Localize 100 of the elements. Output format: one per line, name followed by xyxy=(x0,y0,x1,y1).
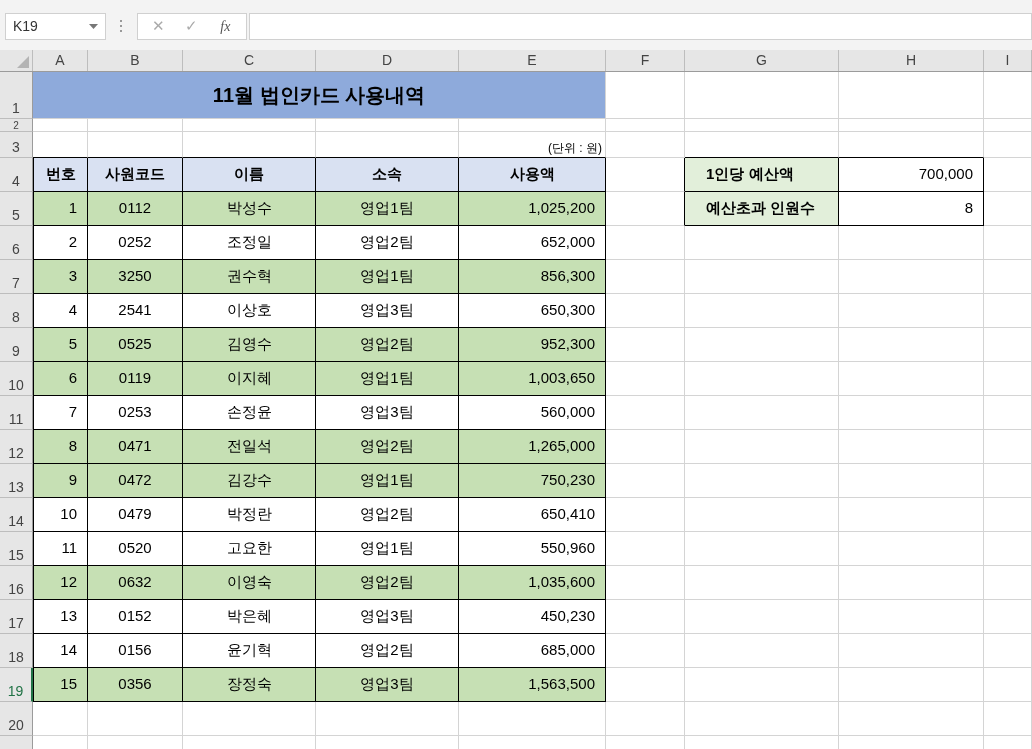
name-box[interactable]: K19 xyxy=(5,12,106,40)
row-header[interactable]: 13 xyxy=(0,464,33,498)
table-cell: 0632 xyxy=(88,566,183,600)
column-header[interactable]: A xyxy=(33,50,88,71)
formula-input[interactable] xyxy=(249,12,1032,40)
table-cell: 영업1팀 xyxy=(316,532,459,566)
table-cell: 박정란 xyxy=(183,498,316,532)
column-heading: 사용액 xyxy=(459,158,606,192)
row-header[interactable]: 17 xyxy=(0,600,33,634)
table-cell: 고요한 xyxy=(183,532,316,566)
row-header[interactable]: 4 xyxy=(0,158,33,192)
table-cell: 12 xyxy=(33,566,88,600)
row-header[interactable]: 9 xyxy=(0,328,33,362)
row-header[interactable]: 19 xyxy=(0,668,33,702)
row-header[interactable]: 11 xyxy=(0,396,33,430)
column-header[interactable]: D xyxy=(316,50,459,71)
table-cell: 10 xyxy=(33,498,88,532)
column-header[interactable]: H xyxy=(839,50,984,71)
table-cell: 2 xyxy=(33,226,88,260)
summary-value: 700,000 xyxy=(839,158,984,192)
table-cell: 9 xyxy=(33,464,88,498)
column-heading: 소속 xyxy=(316,158,459,192)
table-cell: 1 xyxy=(33,192,88,226)
table-cell: 652,000 xyxy=(459,226,606,260)
table-cell: 0472 xyxy=(88,464,183,498)
table-cell: 0520 xyxy=(88,532,183,566)
table-cell: 8 xyxy=(33,430,88,464)
table-cell: 영업2팀 xyxy=(316,328,459,362)
table-cell: 750,230 xyxy=(459,464,606,498)
table-cell: 영업1팀 xyxy=(316,464,459,498)
row-header[interactable]: 2 xyxy=(0,119,33,132)
column-heading: 사원코드 xyxy=(88,158,183,192)
row-header[interactable]: 7 xyxy=(0,260,33,294)
table-cell: 0112 xyxy=(88,192,183,226)
table-cell: 7 xyxy=(33,396,88,430)
cell-reference: K19 xyxy=(13,16,38,36)
row-header[interactable]: 3 xyxy=(0,132,33,158)
column-header[interactable]: I xyxy=(984,50,1032,71)
row-header[interactable]: 15 xyxy=(0,532,33,566)
table-cell: 550,960 xyxy=(459,532,606,566)
table-cell: 11 xyxy=(33,532,88,566)
table-cell: 2541 xyxy=(88,294,183,328)
row-header[interactable]: 16 xyxy=(0,566,33,600)
row-header[interactable]: 5 xyxy=(0,192,33,226)
summary-label: 1인당 예산액 xyxy=(685,158,839,192)
table-cell: 1,025,200 xyxy=(459,192,606,226)
table-cell: 이영숙 xyxy=(183,566,316,600)
table-cell: 1,003,650 xyxy=(459,362,606,396)
corner-triangle-icon xyxy=(17,56,29,68)
table-cell: 조정일 xyxy=(183,226,316,260)
table-cell: 영업3팀 xyxy=(316,294,459,328)
row-header[interactable]: 1 xyxy=(0,72,33,119)
row-header[interactable]: 18 xyxy=(0,634,33,668)
table-cell: 영업2팀 xyxy=(316,634,459,668)
table-cell: 450,230 xyxy=(459,600,606,634)
row-header[interactable]: 12 xyxy=(0,430,33,464)
table-cell: 0156 xyxy=(88,634,183,668)
row-header[interactable]: 10 xyxy=(0,362,33,396)
row-header[interactable]: 20 xyxy=(0,702,33,736)
column-header[interactable]: C xyxy=(183,50,316,71)
table-cell: 14 xyxy=(33,634,88,668)
table-cell: 영업1팀 xyxy=(316,260,459,294)
summary-value: 8 xyxy=(839,192,984,226)
table-cell: 952,300 xyxy=(459,328,606,362)
table-cell: 이상호 xyxy=(183,294,316,328)
column-header[interactable]: E xyxy=(459,50,606,71)
table-cell: 영업1팀 xyxy=(316,192,459,226)
table-cell: 영업1팀 xyxy=(316,362,459,396)
table-cell: 영업3팀 xyxy=(316,396,459,430)
column-header[interactable]: G xyxy=(685,50,839,71)
table-cell: 3 xyxy=(33,260,88,294)
row-header[interactable]: 8 xyxy=(0,294,33,328)
table-cell: 윤기혁 xyxy=(183,634,316,668)
table-cell: 1,265,000 xyxy=(459,430,606,464)
unit-note: (단위 : 원) xyxy=(548,141,602,155)
table-cell: 1,563,500 xyxy=(459,668,606,702)
column-header[interactable]: F xyxy=(606,50,685,71)
table-cell: 856,300 xyxy=(459,260,606,294)
row-header[interactable]: 14 xyxy=(0,498,33,532)
table-cell: 이지혜 xyxy=(183,362,316,396)
table-cell: 1,035,600 xyxy=(459,566,606,600)
table-cell: 560,000 xyxy=(459,396,606,430)
table-cell: 4 xyxy=(33,294,88,328)
insert-function-button[interactable]: fx xyxy=(213,15,238,37)
table-cell: 권수혁 xyxy=(183,260,316,294)
table-cell: 0525 xyxy=(88,328,183,362)
table-cell: 0471 xyxy=(88,430,183,464)
table-cell: 13 xyxy=(33,600,88,634)
column-header[interactable]: B xyxy=(88,50,183,71)
sheet-title: 11월 법인카드 사용내역 xyxy=(33,72,606,119)
table-cell: 영업3팀 xyxy=(316,600,459,634)
dropdown-caret-icon xyxy=(89,23,98,29)
table-cell: 영업2팀 xyxy=(316,226,459,260)
table-cell: 전일석 xyxy=(183,430,316,464)
row-header[interactable]: 6 xyxy=(0,226,33,260)
table-cell: 5 xyxy=(33,328,88,362)
table-cell: 영업2팀 xyxy=(316,566,459,600)
table-cell: 685,000 xyxy=(459,634,606,668)
table-cell: 650,410 xyxy=(459,498,606,532)
table-cell: 15 xyxy=(33,668,88,702)
